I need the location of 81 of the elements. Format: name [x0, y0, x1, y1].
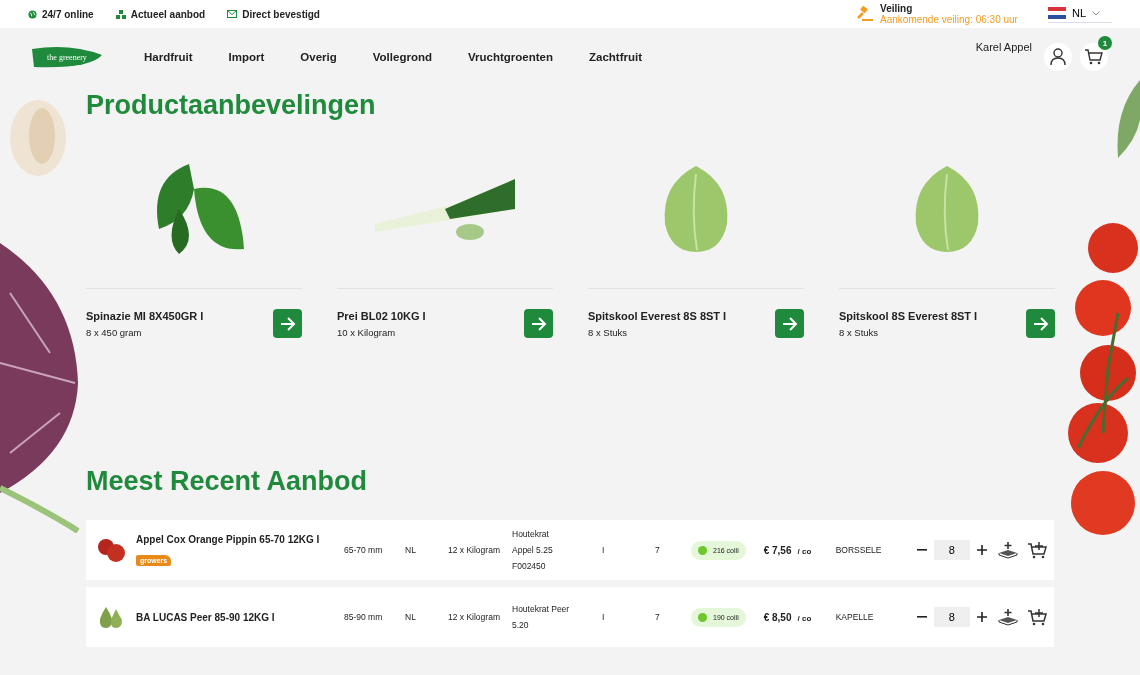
auction-time: Aankomende veiling: 06:30 uur	[880, 14, 1018, 25]
count-cell-text: 7	[655, 545, 661, 555]
product-name[interactable]: BA LUCAS Peer 85-90 12KG I	[136, 611, 275, 623]
packaging-text: F002450	[512, 561, 547, 571]
boxes-icon	[115, 9, 126, 19]
origin-cell-text: NL	[405, 545, 417, 555]
packaging-text: Houtekrat Peer	[512, 604, 571, 614]
usp-label: Actueel aanbod	[130, 8, 206, 20]
open-product-button[interactable]	[775, 309, 804, 338]
cart-plus-icon	[1027, 541, 1048, 559]
open-product-button[interactable]	[1026, 309, 1055, 338]
size-cell-text: 65-70 mm	[344, 545, 384, 555]
price-unit: / co	[797, 613, 812, 623]
mail-icon	[227, 10, 238, 18]
pallet-plus-icon	[997, 541, 1018, 559]
cart-button[interactable]	[1080, 43, 1108, 71]
auction-title: Veiling	[880, 3, 913, 14]
logo[interactable]: the greenery	[30, 45, 104, 69]
user-icon	[1050, 48, 1066, 66]
nav-link[interactable]: Hardfruit	[144, 51, 193, 63]
count-cell-text: 7	[655, 612, 661, 622]
cart-count-badge: 1	[1098, 36, 1112, 50]
chevron-icon	[1092, 10, 1100, 16]
product-name: Prei BL02 10KG I	[337, 309, 426, 322]
package-cell-text: 12 x Kilogram	[448, 612, 501, 622]
packaging-text: Appel 5.25	[512, 545, 554, 555]
add-to-cart-button[interactable]	[1025, 539, 1050, 561]
package-cell-text: 12 x Kilogram	[448, 545, 501, 555]
quantity-field[interactable]: 8	[933, 607, 970, 627]
add-to-pallet-button[interactable]	[995, 539, 1020, 561]
price-unit: / co	[797, 546, 812, 556]
product-name: Spitskool Everest 8S 8ST I	[588, 309, 727, 322]
section-title: Meest Recent Aanbod	[86, 465, 368, 498]
cart-plus-icon	[1027, 608, 1048, 626]
arrow-right-icon	[1032, 316, 1049, 331]
product-unit: 8 x Stuks	[839, 326, 880, 338]
product-name: Spinazie MI 8X450GR I	[86, 309, 204, 322]
pallet-plus-icon	[997, 608, 1018, 626]
add-to-cart-button[interactable]	[1025, 606, 1050, 628]
size-cell-text: 85-90 mm	[344, 612, 384, 622]
apples-drawing	[96, 537, 126, 563]
open-product-button[interactable]	[273, 309, 302, 338]
minus-icon	[916, 616, 927, 618]
nav-link[interactable]: Overig	[300, 51, 337, 63]
product-name[interactable]: Appel Cox Orange Pippin 65-70 12KG I	[136, 534, 320, 545]
nav-link[interactable]: Import	[228, 51, 265, 63]
price: € 7,56	[763, 544, 792, 556]
location-cell-text: KAPELLE	[835, 612, 875, 622]
product-name: Spitskool 8S Everest 8ST I	[839, 309, 978, 322]
add-to-pallet-button[interactable]	[995, 606, 1020, 628]
nav-link[interactable]: Vruchtgroenten	[468, 51, 553, 63]
minus-icon	[916, 549, 927, 551]
flag-icon	[1047, 7, 1066, 19]
packaging-text: Houtekrat	[512, 529, 550, 539]
gavel-icon	[856, 6, 875, 22]
arrow-right-icon	[279, 316, 296, 331]
nav-link[interactable]: Vollegrond	[372, 51, 432, 63]
packaging-text: 5.20	[512, 620, 530, 630]
arrow-right-icon	[781, 316, 798, 331]
language-select[interactable]: NL	[1047, 5, 1112, 23]
account-button[interactable]	[1044, 43, 1072, 71]
usp-label: 24/7 online	[42, 8, 94, 20]
globe-icon	[28, 9, 37, 19]
section-title: Productaanbevelingen	[86, 89, 376, 122]
cart-icon	[1085, 49, 1103, 65]
quantity-field[interactable]: 8	[933, 540, 970, 560]
plus-icon	[976, 612, 987, 622]
arrow-right-icon	[530, 316, 547, 331]
plus-icon	[976, 545, 987, 555]
nav-link[interactable]: Zachtfruit	[588, 51, 642, 63]
class-cell-text: I	[602, 545, 606, 555]
user-name: Karel Appel	[975, 41, 1032, 53]
open-product-button[interactable]	[524, 309, 553, 338]
usp-label: Direct bevestigd	[242, 8, 320, 20]
product-unit: 8 x Stuks	[588, 326, 629, 338]
product-unit: 10 x Kilogram	[337, 326, 397, 338]
class-cell-text: I	[602, 612, 606, 622]
location-cell-text: BORSSELE	[835, 545, 883, 555]
origin-cell-text: NL	[405, 612, 417, 622]
price: € 8,50	[763, 611, 792, 623]
product-unit: 8 x 450 gram	[86, 326, 143, 338]
